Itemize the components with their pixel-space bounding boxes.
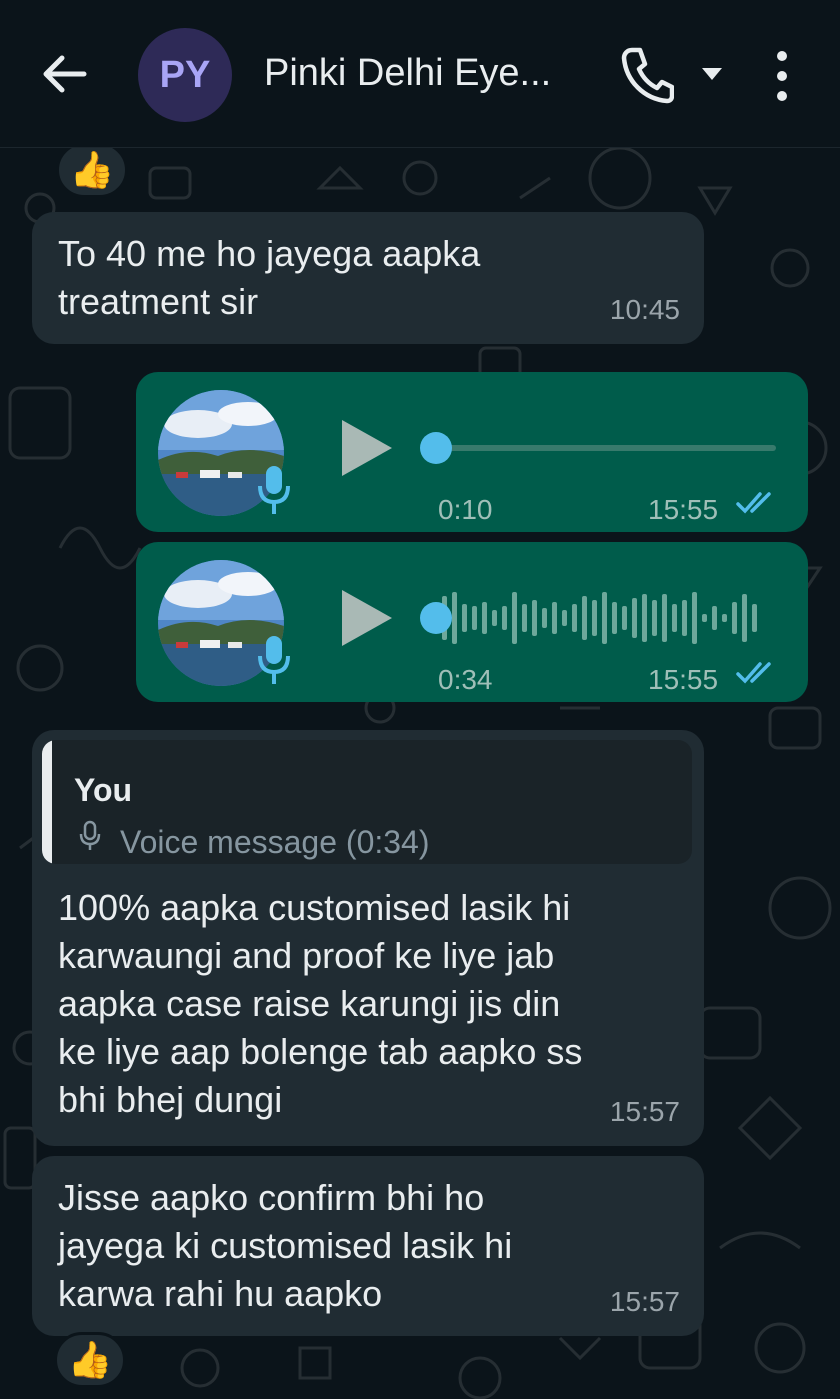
play-icon[interactable] <box>336 586 396 650</box>
message-time: 15:55 <box>648 664 719 695</box>
chat-header: PY Pinki Delhi Eye... <box>0 0 840 148</box>
reaction-emoji: 👍 <box>67 1339 113 1380</box>
avatar-initials: PY <box>159 53 211 96</box>
contact-avatar[interactable]: PY <box>138 28 232 122</box>
message-text: 100% aapka customised lasik hi karwaungi… <box>58 887 583 1120</box>
double-check-icon <box>736 492 771 514</box>
voice-progress-knob[interactable] <box>420 432 452 464</box>
more-vertical-icon[interactable] <box>766 48 798 104</box>
caret-down-icon[interactable] <box>698 60 726 88</box>
voice-duration: 0:34 <box>438 664 493 695</box>
message-time: 10:45 <box>609 294 680 325</box>
voice-duration: 0:10 <box>438 494 493 525</box>
mic-icon <box>258 636 290 684</box>
message-time: 15:55 <box>648 494 719 525</box>
message-time: 15:57 <box>609 1096 680 1127</box>
double-check-icon <box>736 662 771 684</box>
message-bubble-incoming[interactable]: To 40 me ho jayega aapka treatment sir 1… <box>32 212 704 344</box>
chat-screen: PY Pinki Delhi Eye... 👍 To 40 me ho jaye… <box>0 0 840 1399</box>
voice-message[interactable]: 0:10 15:55 <box>136 372 808 532</box>
quote-author: You <box>74 772 133 808</box>
quote-preview: Voice message (0:34) <box>120 824 430 860</box>
contact-name[interactable]: Pinki Delhi Eye... <box>264 52 551 95</box>
reaction-emoji: 👍 <box>69 149 115 190</box>
quoted-reply[interactable]: You Voice message (0:34) <box>42 740 692 864</box>
phone-icon[interactable] <box>618 44 674 104</box>
voice-progress-track[interactable] <box>436 445 776 451</box>
voice-progress-knob[interactable] <box>420 602 452 634</box>
voice-waveform[interactable] <box>436 582 776 654</box>
message-text: To 40 me ho jayega aapka treatment sir <box>58 233 481 322</box>
quote-accent-bar <box>42 740 52 864</box>
reaction-thumbs-up[interactable]: 👍 <box>54 1332 126 1388</box>
message-time: 15:57 <box>609 1286 680 1317</box>
mic-icon <box>258 466 290 514</box>
mic-icon <box>79 820 101 850</box>
back-arrow-icon[interactable] <box>36 52 92 96</box>
message-bubble-incoming[interactable]: Jisse aapko confirm bhi ho jayega ki cus… <box>32 1156 704 1336</box>
voice-message[interactable]: 0:34 15:55 <box>136 542 808 702</box>
reaction-thumbs-up[interactable]: 👍 <box>56 142 128 198</box>
play-icon[interactable] <box>336 416 396 480</box>
message-bubble-incoming[interactable]: You Voice message (0:34) 100% aapka cust… <box>32 730 704 1146</box>
message-text: Jisse aapko confirm bhi ho jayega ki cus… <box>58 1177 513 1314</box>
